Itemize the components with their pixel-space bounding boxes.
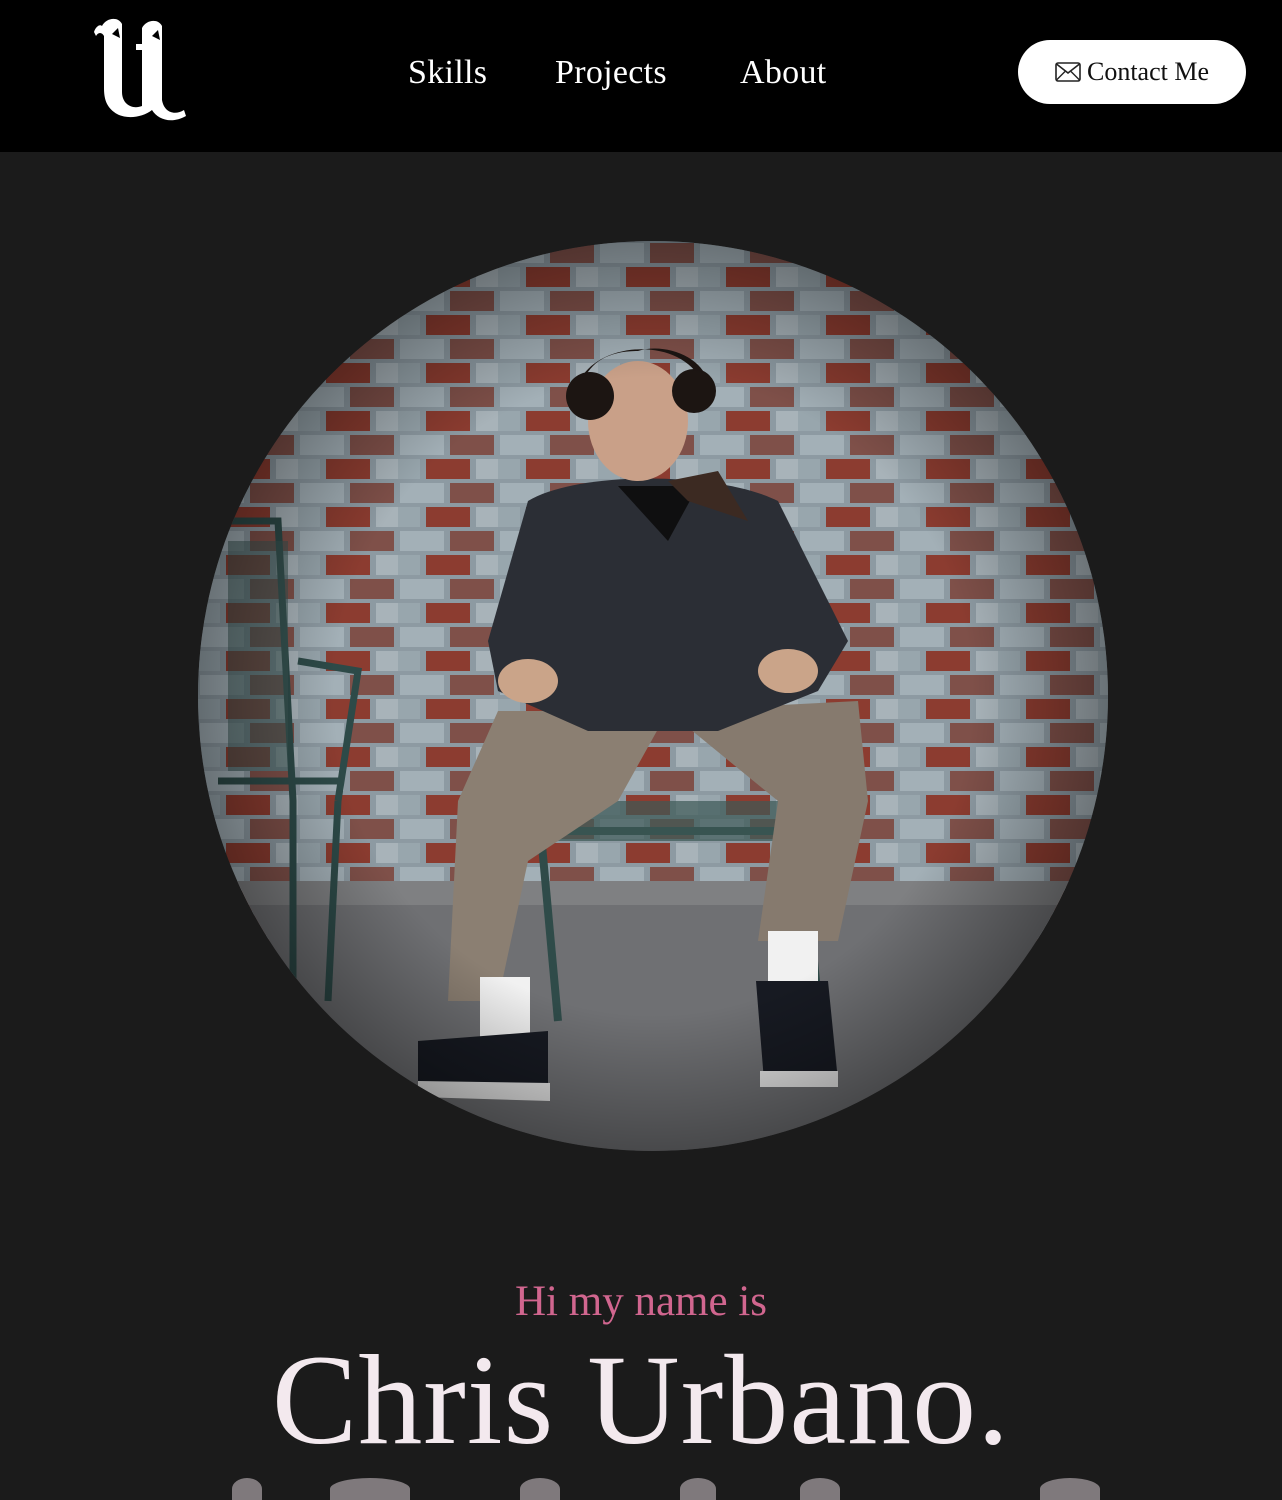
profile-photo — [198, 241, 1108, 1151]
navbar: Skills Projects About Contact Me — [0, 0, 1282, 152]
next-line-cutoff — [0, 1478, 1282, 1500]
intro-text: Hi my name is — [515, 1278, 767, 1325]
name-heading: Chris Urbano. — [271, 1329, 1011, 1471]
contact-me-button[interactable]: Contact Me — [1018, 40, 1246, 104]
nav-link-about[interactable]: About — [740, 50, 827, 96]
contact-me-label: Contact Me — [1086, 57, 1210, 86]
mail-icon — [1055, 62, 1081, 82]
nav-link-projects[interactable]: Projects — [555, 50, 667, 96]
nav-link-skills[interactable]: Skills — [408, 50, 487, 96]
